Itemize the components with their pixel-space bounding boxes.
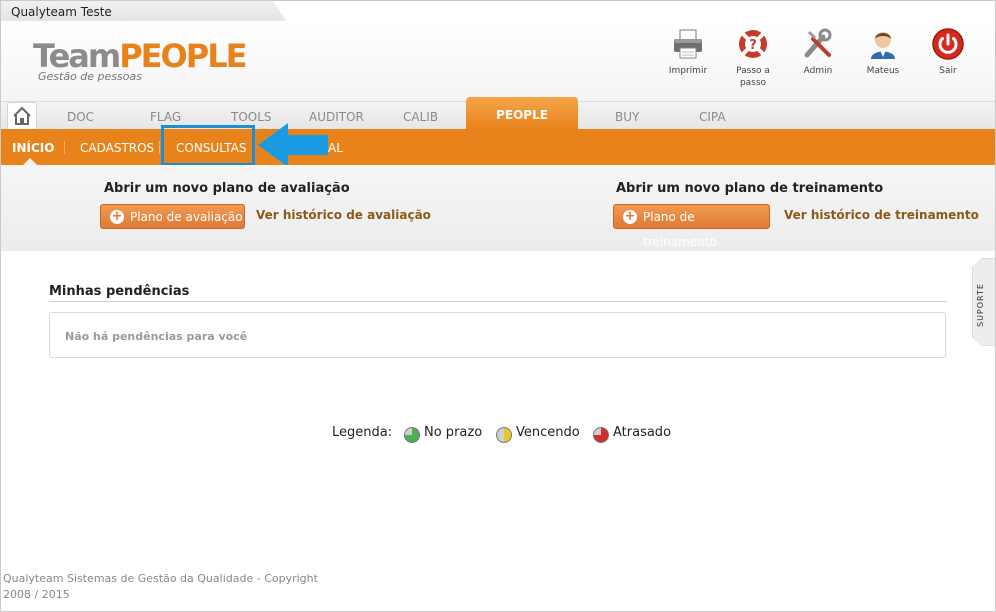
top-toolbar: Imprimir ? Passo a passo Admin Mateus Sa… xyxy=(1,27,995,99)
lifebuoy-help-icon: ? xyxy=(739,30,767,58)
support-tab[interactable]: SUPORTE xyxy=(972,258,995,346)
actions-panel: Abrir um novo plano de avaliação + Plano… xyxy=(1,165,995,251)
submenu-cadastros[interactable]: CADASTROS xyxy=(80,141,154,155)
active-submenu-caret xyxy=(23,158,37,165)
plus-icon: + xyxy=(623,209,637,224)
admin-label: Admin xyxy=(803,66,833,76)
home-tab[interactable] xyxy=(7,102,37,130)
home-icon xyxy=(13,106,31,125)
new-evaluation-plan-button[interactable]: + Plano de avaliação xyxy=(100,204,245,229)
user-label: Mateus xyxy=(866,66,900,76)
window-tab: Qualyteam Teste xyxy=(1,1,286,21)
tab-people[interactable]: PEOPLE xyxy=(466,97,578,129)
on-time-status-icon xyxy=(404,427,420,443)
evaluation-history-link[interactable]: Ver histórico de avaliação xyxy=(256,208,431,222)
new-training-plan-label: Plano de treinamento xyxy=(643,210,717,249)
printer-icon xyxy=(674,29,702,59)
highlight-box xyxy=(161,125,255,166)
submenu-divider xyxy=(159,141,160,154)
wrench-tools-icon xyxy=(804,28,832,58)
training-title: Abrir um novo plano de treinamento xyxy=(616,181,884,196)
admin-button[interactable]: Admin xyxy=(788,27,848,77)
svg-text:?: ? xyxy=(749,38,757,53)
submenu-bar: INÍCIO CADASTROS CONSULTAS AL xyxy=(1,129,995,165)
pending-list: Não há pendências para você xyxy=(49,312,946,358)
new-evaluation-plan-label: Plano de avaliação xyxy=(130,210,243,224)
training-history-link[interactable]: Ver histórico de treinamento xyxy=(784,208,979,222)
print-button[interactable]: Imprimir xyxy=(658,27,718,77)
expiring-status-icon xyxy=(496,427,512,443)
window-title: Qualyteam Teste xyxy=(11,5,112,19)
legend-label: Legenda: xyxy=(332,425,393,440)
user-button[interactable]: Mateus xyxy=(853,27,913,77)
late-status-icon xyxy=(593,427,609,443)
tab-doc[interactable]: DOC xyxy=(67,110,94,124)
user-avatar-icon xyxy=(871,32,895,59)
module-tabs: DOC FLAG TOOLS AUDITOR CALIB PEOPLE BUY … xyxy=(1,97,995,130)
pending-divider xyxy=(49,301,947,302)
tab-flag[interactable]: FLAG xyxy=(150,110,181,124)
pending-empty-message: Não há pendências para você xyxy=(65,330,248,343)
tab-buy[interactable]: BUY xyxy=(615,110,639,124)
footer-copyright: Qualyteam Sistemas de Gestão da Qualidad… xyxy=(3,572,318,601)
power-icon xyxy=(932,28,964,60)
support-label: SUPORTE xyxy=(976,283,985,327)
evaluation-title: Abrir um novo plano de avaliação xyxy=(104,181,350,196)
print-label: Imprimir xyxy=(668,66,708,76)
pointer-arrow-icon xyxy=(258,123,328,167)
header: TeamPEOPLE Gestão de pessoas Imprimir ? … xyxy=(1,21,995,101)
plus-icon: + xyxy=(110,209,124,224)
legend-late: Atrasado xyxy=(613,425,672,440)
help-label: Passo a passo xyxy=(736,66,770,88)
submenu-inicio[interactable]: INÍCIO xyxy=(12,141,54,155)
legend-expiring: Vencendo xyxy=(516,425,580,440)
help-button[interactable]: ? Passo a passo xyxy=(723,27,783,89)
logout-button[interactable]: Sair xyxy=(918,27,978,77)
tab-calib[interactable]: CALIB xyxy=(403,110,438,124)
tab-cipa[interactable]: CIPA xyxy=(699,110,726,124)
new-training-plan-button[interactable]: + Plano de treinamento xyxy=(613,204,770,249)
legend-on-time: No prazo xyxy=(424,425,483,440)
submenu-divider xyxy=(64,141,65,154)
pending-title: Minhas pendências xyxy=(49,284,190,299)
logout-label: Sair xyxy=(939,66,957,76)
